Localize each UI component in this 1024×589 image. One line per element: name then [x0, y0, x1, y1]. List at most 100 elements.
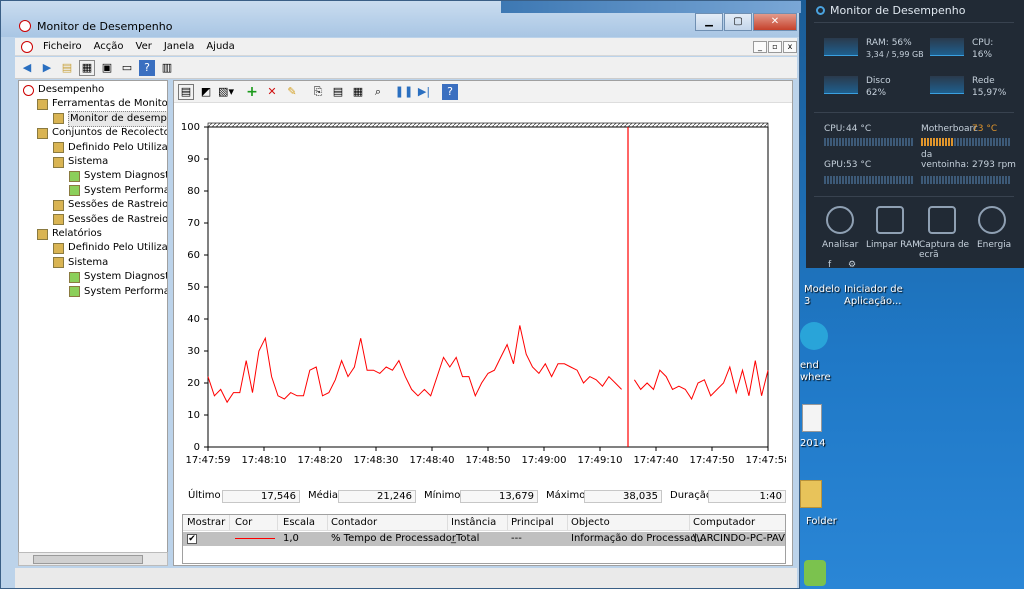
print-icon[interactable]: ▭: [119, 60, 135, 76]
desktop-icon-anywhere[interactable]: end where: [800, 360, 860, 384]
tree-item[interactable]: Relatórios: [37, 227, 102, 241]
game-icon[interactable]: [804, 560, 826, 586]
back-arrow-icon[interactable]: ◀: [19, 60, 35, 76]
tree-item[interactable]: System Diagnostic: [69, 270, 167, 284]
paste-counter-list-icon[interactable]: ▤: [330, 84, 346, 100]
power-icon[interactable]: [978, 206, 1006, 234]
tree-horizontal-scrollbar[interactable]: [18, 552, 168, 566]
child-restore-button[interactable]: ▫: [768, 40, 782, 53]
analyze-button[interactable]: Analisar: [822, 240, 858, 250]
tree-item-label: Sistema: [68, 256, 109, 268]
y-tick-label: 20: [187, 378, 200, 389]
tree-node-icon: [69, 170, 80, 182]
view-log-data-icon[interactable]: ◩: [198, 84, 214, 100]
change-graph-type-icon[interactable]: ▧▾: [218, 84, 234, 100]
folder-icon[interactable]: [800, 480, 822, 508]
tree-item[interactable]: Definido Pelo Utilizador: [53, 241, 167, 255]
power-button[interactable]: Energia: [977, 240, 1011, 250]
menu-janela[interactable]: Janela: [158, 41, 200, 52]
delete-counter-icon[interactable]: ✕: [264, 84, 280, 100]
col-cor[interactable]: Cor: [235, 517, 252, 528]
facebook-icon[interactable]: f: [828, 260, 831, 270]
maximize-button[interactable]: ▢: [724, 13, 752, 31]
statistics-bar: Último 17,546 Média 21,246 Mínimo 13,679…: [188, 490, 788, 504]
screenshot-icon[interactable]: [928, 206, 956, 234]
minimize-button[interactable]: ▁: [695, 13, 723, 31]
show-checkbox[interactable]: ✔: [187, 534, 197, 544]
highlight-icon[interactable]: ✎: [284, 84, 300, 100]
tree-item[interactable]: Sistema: [53, 256, 108, 270]
view-current-activity-icon[interactable]: ▤: [178, 83, 194, 100]
tree-item[interactable]: Conjuntos de Recolectores: [37, 126, 167, 140]
menu-accao[interactable]: Acção: [88, 41, 130, 52]
col-mostrar[interactable]: Mostrar: [187, 517, 225, 528]
title-bar[interactable]: Monitor de Desempenho ▁ ▢ ✕: [1, 1, 801, 37]
col-computador[interactable]: Computador: [693, 517, 755, 528]
tree-item[interactable]: Desempenho: [23, 83, 104, 97]
help-icon[interactable]: ?: [139, 59, 155, 76]
tree-node-icon: [53, 242, 64, 254]
max-value: 38,035: [584, 490, 662, 503]
tree-item[interactable]: System Diagnostics: [69, 169, 167, 183]
up-folder-icon[interactable]: ▤: [59, 60, 75, 76]
tree-item-label: Sessões de Rastreio de I: [68, 213, 168, 225]
legend-header: Mostrar Cor Escala Contador Instância Pr…: [183, 515, 785, 531]
child-minimize-button[interactable]: _: [753, 40, 767, 53]
col-principal[interactable]: Principal: [511, 517, 554, 528]
menu-ficheiro[interactable]: Ficheiro: [37, 41, 88, 52]
show-hide-tree-icon[interactable]: ▦: [79, 59, 95, 76]
tree-item[interactable]: Ferramentas de Monitoriza: [37, 97, 168, 111]
tree-item[interactable]: Monitor de desempenh: [53, 110, 167, 127]
clean-ram-button[interactable]: Limpar RAM: [866, 240, 920, 250]
tree-item[interactable]: Sistema: [53, 155, 108, 169]
document-icon[interactable]: [802, 404, 822, 432]
tree-item[interactable]: Sessões de Rastreio de I: [53, 198, 167, 212]
cpu-temp-bar: [824, 138, 914, 146]
tree-node-icon: [69, 185, 80, 197]
mmc-icon[interactable]: [21, 40, 33, 53]
zoom-icon[interactable]: ⌕: [370, 84, 386, 100]
last-label: Último: [188, 490, 221, 501]
tree-item-label: Ferramentas de Monitoriza: [52, 98, 168, 110]
properties-icon[interactable]: ▥: [159, 60, 175, 76]
close-button[interactable]: ✕: [753, 13, 797, 31]
help-icon[interactable]: ?: [442, 83, 458, 100]
desktop-icon-modelo[interactable]: Modelo 3: [804, 284, 840, 308]
analyze-icon[interactable]: [826, 206, 854, 234]
export-icon[interactable]: ▣: [99, 60, 115, 76]
desktop-icon-iniciador[interactable]: Iniciador de Aplicação...: [844, 284, 924, 308]
settings-icon[interactable]: ⚙: [848, 260, 856, 270]
desktop-icon-2014[interactable]: 2014: [800, 438, 825, 450]
col-escala[interactable]: Escala: [283, 517, 315, 528]
tree-item[interactable]: System Performanc: [69, 285, 167, 299]
pause-icon[interactable]: ❚❚: [395, 84, 413, 100]
menu-ajuda[interactable]: Ajuda: [200, 41, 240, 52]
cloud-app-icon[interactable]: [800, 322, 828, 350]
col-objecto[interactable]: Objecto: [571, 517, 610, 528]
window-title: Monitor de Desempenho: [37, 20, 173, 33]
counter-cell: % Tempo de Processador: [331, 533, 456, 544]
update-data-icon[interactable]: ▶|: [416, 84, 432, 100]
app-icon: [19, 20, 31, 32]
tree-item[interactable]: Sessões de Rastreio de I: [53, 213, 168, 227]
screenshot-button[interactable]: Captura de ecrã: [919, 240, 969, 260]
col-contador[interactable]: Contador: [331, 517, 377, 528]
tree-item[interactable]: System Performanc: [69, 184, 167, 198]
desktop-icon-folder[interactable]: Folder: [806, 516, 837, 528]
tree-item[interactable]: Definido Pelo Utilizador: [53, 141, 167, 155]
motherboard-label: Motherboarc: [921, 124, 978, 134]
counter-row[interactable]: ✔ 1,0 % Tempo de Processador _Total --- …: [183, 532, 785, 546]
forward-arrow-icon[interactable]: ▶: [39, 60, 55, 76]
child-close-button[interactable]: x: [783, 40, 797, 53]
copy-properties-icon[interactable]: ⎘: [310, 84, 326, 100]
max-label: Máximo: [546, 490, 586, 501]
min-label: Mínimo: [424, 490, 461, 501]
add-counter-icon[interactable]: +: [244, 84, 260, 100]
properties-icon[interactable]: ▦: [350, 84, 366, 100]
clean-ram-icon[interactable]: [876, 206, 904, 234]
col-instancia[interactable]: Instância: [451, 517, 496, 528]
tree-node-icon: [23, 84, 34, 96]
scrollbar-thumb[interactable]: [33, 555, 143, 564]
tree-node-icon: [53, 214, 64, 226]
menu-ver[interactable]: Ver: [130, 41, 158, 52]
